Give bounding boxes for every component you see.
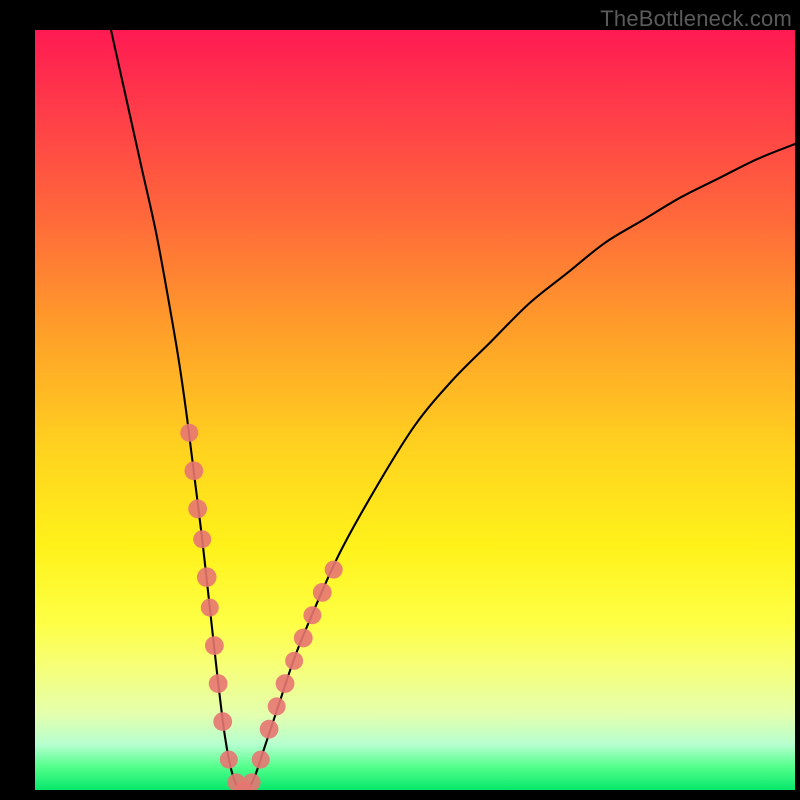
data-marker [209,674,228,693]
data-marker [184,461,203,480]
data-marker [180,424,198,442]
data-marker [303,606,321,624]
marker-group [180,424,342,790]
data-marker [260,720,279,739]
data-marker [285,652,303,670]
data-marker [201,599,219,617]
data-marker [213,712,232,731]
brand-watermark: TheBottleneck.com [600,6,792,32]
chart-svg [35,30,795,790]
data-marker [243,773,261,790]
data-marker [325,561,343,579]
data-marker [313,583,332,602]
data-marker [205,636,224,655]
plot-area [35,30,795,790]
data-marker [268,697,286,715]
data-marker [220,751,238,769]
data-marker [252,751,270,769]
data-marker [188,499,207,518]
data-marker [193,530,211,548]
chart-frame: TheBottleneck.com [0,0,800,800]
data-marker [197,567,217,587]
data-marker [276,674,295,693]
data-marker [294,629,313,648]
